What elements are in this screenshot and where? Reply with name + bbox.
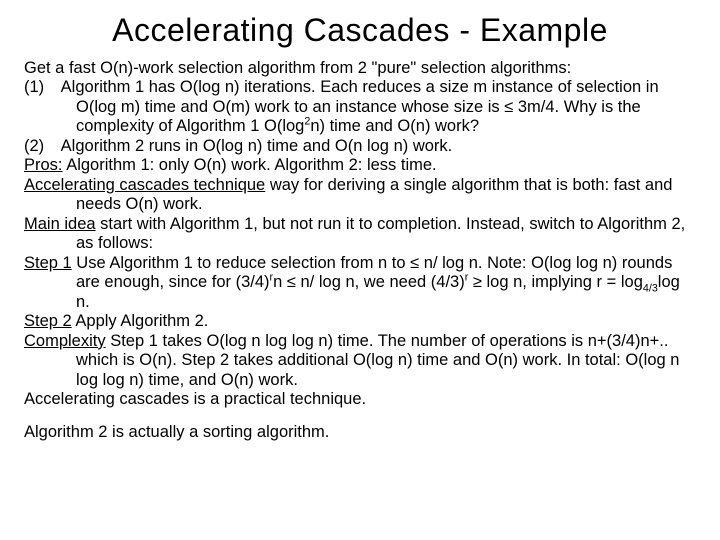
step-1-text-c: ≥ log n, implying r = log — [468, 273, 643, 291]
pros-label: Pros: — [24, 156, 63, 174]
step-1-text-b: n ≤ n/ log n, we need (4/3) — [273, 273, 465, 291]
main-idea-label: Main idea — [24, 215, 96, 233]
complexity-text: Step 1 takes O(log n log log n) time. Th… — [76, 332, 679, 389]
step-2-line: Step 2 Apply Algorithm 2. — [24, 312, 696, 331]
slide: Accelerating Cascades - Example Get a fa… — [0, 0, 720, 451]
item-2-lead: (2) — [24, 137, 61, 155]
step-2-text: Apply Algorithm 2. — [72, 312, 209, 330]
pros-text: Algorithm 1: only O(n) work. Algorithm 2… — [63, 156, 437, 174]
spacer — [24, 409, 696, 423]
complexity-line: Complexity Step 1 takes O(log n log log … — [24, 332, 696, 390]
slide-body: Get a fast O(n)-work selection algorithm… — [24, 59, 696, 443]
sub-4-3: 4/3 — [643, 282, 658, 294]
item-2: (2) Algorithm 2 runs in O(log n) time an… — [24, 137, 696, 156]
accelerating-label: Accelerating cascades technique — [24, 176, 265, 194]
step-2-label: Step 2 — [24, 312, 72, 330]
step-1-label: Step 1 — [24, 254, 72, 272]
slide-title: Accelerating Cascades - Example — [24, 12, 696, 49]
item-1-lead: (1) — [24, 78, 61, 96]
footer-line: Algorithm 2 is actually a sorting algori… — [24, 423, 696, 442]
step-1-line: Step 1 Use Algorithm 1 to reduce selecti… — [24, 254, 696, 312]
item-2-text: Algorithm 2 runs in O(log n) time and O(… — [61, 137, 453, 155]
pros-line: Pros: Algorithm 1: only O(n) work. Algor… — [24, 156, 696, 175]
complexity-label: Complexity — [24, 332, 106, 350]
item-1-text-b: n) time and O(n) work? — [310, 117, 479, 135]
intro-line: Get a fast O(n)-work selection algorithm… — [24, 59, 696, 78]
practical-line: Accelerating cascades is a practical tec… — [24, 390, 696, 409]
main-idea-line: Main idea start with Algorithm 1, but no… — [24, 215, 696, 254]
accelerating-line: Accelerating cascades technique way for … — [24, 176, 696, 215]
main-idea-text: start with Algorithm 1, but not run it t… — [76, 215, 685, 252]
item-1: (1) Algorithm 1 has O(log n) iterations.… — [24, 78, 696, 136]
